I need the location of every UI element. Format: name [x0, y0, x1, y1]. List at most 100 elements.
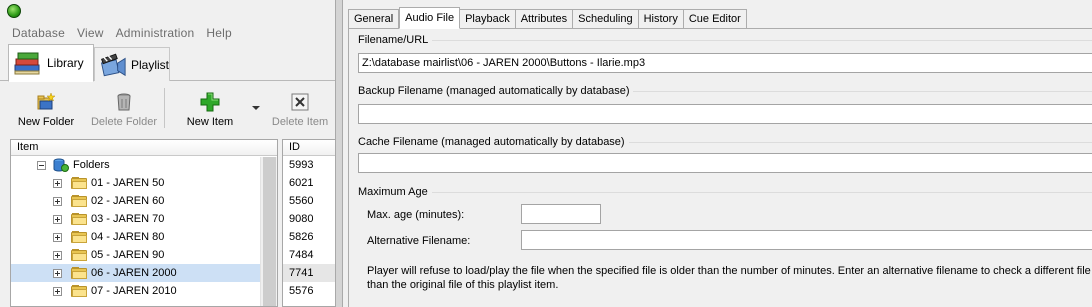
id-cell: 5826: [289, 231, 314, 243]
tree-row-label: 05 - JAREN 90: [91, 249, 165, 261]
tab-playlist-label: Playlist: [130, 57, 169, 72]
backup-group: Backup Filename (managed automatically b…: [358, 85, 1092, 97]
max-age-group: Maximum Age: [358, 186, 1092, 198]
books-icon: [14, 52, 40, 75]
toolbar-separator: [164, 88, 165, 128]
id-cell: 9080: [289, 213, 314, 225]
collapse-icon[interactable]: [37, 161, 46, 170]
scrollbar-thumb[interactable]: [263, 157, 276, 306]
folder-icon: [71, 195, 87, 207]
delete-folder-label: Delete Folder: [90, 116, 158, 128]
backup-filename-field[interactable]: [358, 104, 1092, 124]
menu-database[interactable]: Database: [0, 24, 71, 42]
tree-row-label: 01 - JAREN 50: [91, 177, 165, 189]
tree-row-label: Folders: [73, 159, 110, 171]
tab-audio-file[interactable]: Audio File: [399, 7, 461, 29]
id-cell: 5993: [289, 159, 314, 171]
title-bar: [0, 0, 335, 22]
delete-x-icon: [291, 93, 309, 111]
library-pane: Database View Administration Help Librar…: [0, 0, 335, 307]
expand-icon[interactable]: [53, 179, 62, 188]
tree-row-root[interactable]: Folders: [11, 156, 277, 174]
menu-help[interactable]: Help: [200, 24, 237, 42]
folder-icon: [71, 213, 87, 225]
tab-general[interactable]: General: [348, 9, 400, 29]
audio-file-panel: Filename/URL Z:\database mairlist\06 - J…: [348, 28, 1092, 307]
tree-row[interactable]: 04 - JAREN 80: [11, 228, 277, 246]
app-logo-icon[interactable]: [7, 4, 21, 18]
expand-icon[interactable]: [53, 215, 62, 224]
tab-library-label: Library: [47, 56, 84, 70]
delete-folder-button[interactable]: Delete Folder: [88, 86, 160, 132]
new-folder-icon: [37, 92, 56, 110]
expand-icon[interactable]: [53, 251, 62, 260]
main-tabs: Library Playlist: [0, 43, 335, 82]
splitter[interactable]: [335, 0, 343, 307]
tree-row-label: 04 - JAREN 80: [91, 231, 165, 243]
max-age-help-text: Player will refuse to load/play the file…: [367, 265, 1091, 291]
max-age-group-title: Maximum Age: [358, 186, 432, 198]
new-item-dropdown-arrow-icon[interactable]: [252, 106, 260, 110]
folder-icon: [71, 267, 87, 279]
clapperboard-icon: [100, 53, 126, 76]
alt-filename-label: Alternative Filename:: [367, 235, 471, 247]
folder-icon: [71, 177, 87, 189]
tab-cue-editor[interactable]: Cue Editor: [683, 9, 747, 29]
id-column: ID 5993 6021 5560 9080 5826 7484 7741 5576: [282, 139, 335, 307]
id-cell: 6021: [289, 177, 314, 189]
tree-scrollbar[interactable]: [260, 157, 277, 306]
tree-row-label: 03 - JAREN 70: [91, 213, 165, 225]
tab-playback[interactable]: Playback: [460, 9, 516, 29]
id-cells: 6021 5560 9080 5826 7484 7741 5576: [283, 174, 335, 300]
menu-bar: Database View Administration Help: [0, 24, 335, 42]
tree-row[interactable]: 06 - JAREN 2000: [11, 264, 277, 282]
filename-field[interactable]: Z:\database mairlist\06 - JAREN 2000\But…: [358, 53, 1092, 73]
new-item-label: New Item: [186, 116, 234, 128]
new-folder-button[interactable]: New Folder: [14, 86, 78, 132]
tree-row[interactable]: 01 - JAREN 50: [11, 174, 277, 192]
cache-group-title: Cache Filename (managed automatically by…: [358, 136, 629, 148]
folder-icon: [71, 285, 87, 297]
max-age-input[interactable]: [521, 204, 601, 224]
tree-row-label: 02 - JAREN 60: [91, 195, 165, 207]
new-item-button[interactable]: New Item: [178, 86, 242, 132]
tab-history[interactable]: History: [638, 9, 684, 29]
tree-row[interactable]: 05 - JAREN 90: [11, 246, 277, 264]
id-cell: 7484: [289, 249, 314, 261]
tree-row[interactable]: 03 - JAREN 70: [11, 210, 277, 228]
cache-group: Cache Filename (managed automatically by…: [358, 136, 1092, 148]
expand-icon[interactable]: [53, 233, 62, 242]
tree-row-label: 07 - JAREN 2010: [91, 285, 177, 297]
alt-filename-input[interactable]: [521, 230, 1092, 250]
column-header-id[interactable]: ID: [283, 140, 335, 156]
tree-row[interactable]: 07 - JAREN 2010: [11, 282, 277, 300]
tree-row-label: 06 - JAREN 2000: [91, 267, 177, 279]
cache-filename-field[interactable]: [358, 153, 1092, 173]
menu-administration[interactable]: Administration: [110, 24, 201, 42]
delete-item-label: Delete Item: [271, 116, 329, 128]
library-toolbar: New Folder Delete Folder New Item Delete…: [0, 82, 335, 134]
new-folder-label: New Folder: [17, 116, 75, 128]
backup-group-title: Backup Filename (managed automatically b…: [358, 85, 634, 97]
filename-group: Filename/URL: [358, 34, 1092, 46]
id-cell: 5576: [289, 285, 314, 297]
filename-group-title: Filename/URL: [358, 34, 433, 46]
tab-playlist[interactable]: Playlist: [94, 47, 170, 81]
menu-view[interactable]: View: [71, 24, 110, 42]
folder-icon: [71, 249, 87, 261]
expand-icon[interactable]: [53, 269, 62, 278]
tree-row[interactable]: 02 - JAREN 60: [11, 192, 277, 210]
delete-item-button[interactable]: Delete Item: [268, 86, 332, 132]
item-editor-pane: General Audio File Playback Attributes Sched…: [343, 0, 1092, 307]
id-cell: 5560: [289, 195, 314, 207]
tab-attributes[interactable]: Attributes: [515, 9, 574, 29]
folder-tree[interactable]: Item Folders 01 - JAREN 50 02 - JAREN 60 0…: [10, 139, 278, 307]
tab-library[interactable]: Library: [8, 44, 94, 82]
tab-scheduling[interactable]: Scheduling: [573, 9, 639, 29]
max-age-label: Max. age (minutes):: [367, 209, 465, 221]
detail-tabs: General Audio File Playback Attributes Sched…: [348, 7, 747, 29]
column-header-item[interactable]: Item: [11, 140, 277, 156]
expand-icon[interactable]: [53, 287, 62, 296]
expand-icon[interactable]: [53, 197, 62, 206]
folder-icon: [71, 231, 87, 243]
